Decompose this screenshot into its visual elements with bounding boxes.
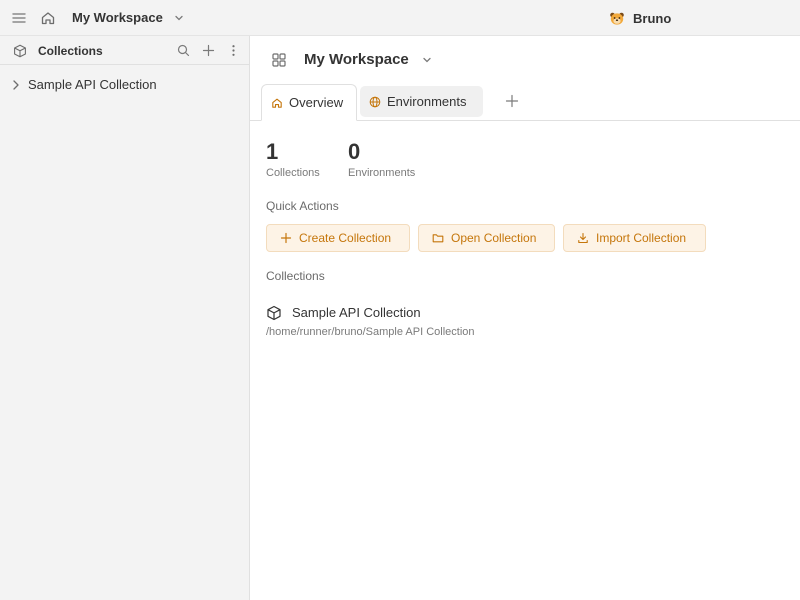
more-options-icon[interactable] bbox=[227, 44, 240, 57]
add-tab-icon[interactable] bbox=[505, 94, 519, 108]
collections-section-label: Collections bbox=[266, 269, 325, 283]
import-collection-button[interactable]: Import Collection bbox=[563, 224, 706, 252]
stat-label: Collections bbox=[266, 167, 320, 179]
quick-actions-label: Quick Actions bbox=[266, 199, 339, 213]
page-title[interactable]: My Workspace bbox=[304, 51, 409, 68]
sidebar-item-sample-api-collection[interactable]: Sample API Collection bbox=[0, 73, 249, 97]
brand-name: Bruno bbox=[633, 10, 672, 26]
stat-environments: 0 Environments bbox=[348, 139, 416, 180]
grid-icon[interactable] bbox=[271, 52, 287, 68]
collection-path: /home/runner/bruno/Sample API Collection bbox=[266, 326, 475, 338]
sidebar-title: Collections bbox=[38, 44, 103, 58]
download-icon bbox=[577, 232, 589, 244]
collection-box-icon bbox=[266, 305, 282, 321]
stat-value: 1 bbox=[266, 139, 279, 164]
stat-collections: 1 Collections bbox=[266, 139, 320, 180]
collection-box-icon bbox=[13, 44, 27, 58]
sidebar: Collections Sample API Collection bbox=[0, 36, 250, 600]
plus-icon bbox=[280, 232, 292, 244]
sidebar-item-label: Sample API Collection bbox=[28, 77, 157, 92]
bruno-logo-icon bbox=[609, 10, 625, 26]
menu-icon[interactable] bbox=[11, 10, 27, 26]
collection-name: Sample API Collection bbox=[292, 305, 421, 320]
chevron-down-icon[interactable] bbox=[174, 13, 184, 23]
stat-label: Environments bbox=[348, 167, 416, 179]
create-collection-button[interactable]: Create Collection bbox=[266, 224, 410, 252]
tab-overview[interactable]: Overview bbox=[261, 84, 357, 121]
tab-environments[interactable]: Environments bbox=[360, 86, 483, 117]
button-label: Open Collection bbox=[451, 231, 537, 245]
stat-value: 0 bbox=[348, 139, 361, 164]
main-panel: My Workspace Overview Environments 1 Col… bbox=[250, 36, 800, 600]
tab-bar: Overview Environments bbox=[250, 84, 800, 121]
add-collection-icon[interactable] bbox=[202, 44, 215, 57]
home-icon[interactable] bbox=[40, 10, 56, 26]
folder-icon bbox=[432, 232, 444, 244]
brand: Bruno bbox=[609, 10, 671, 26]
globe-icon bbox=[369, 96, 381, 108]
button-label: Create Collection bbox=[299, 231, 392, 245]
chevron-right-icon[interactable] bbox=[11, 79, 21, 91]
top-bar: My Workspace Bruno bbox=[0, 0, 800, 36]
home-icon bbox=[271, 97, 283, 109]
button-label: Import Collection bbox=[596, 231, 687, 245]
open-collection-button[interactable]: Open Collection bbox=[418, 224, 555, 252]
tab-label: Environments bbox=[387, 94, 467, 109]
sidebar-header: Collections bbox=[0, 36, 249, 65]
tab-label: Overview bbox=[289, 95, 344, 110]
chevron-down-icon[interactable] bbox=[422, 55, 432, 65]
workspace-switcher[interactable]: My Workspace bbox=[72, 10, 163, 25]
search-icon[interactable] bbox=[177, 44, 190, 57]
